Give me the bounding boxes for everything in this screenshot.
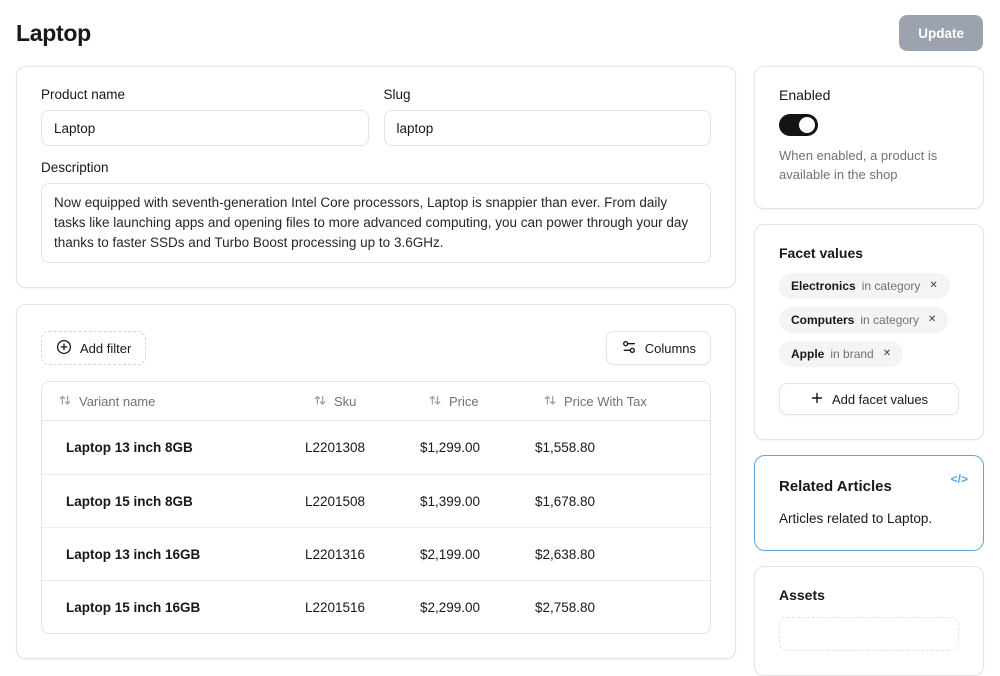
add-facet-values-label: Add facet values	[832, 392, 928, 407]
price-cell: $1,299.00	[412, 440, 527, 455]
facet-chip-qualifier: in category	[860, 313, 919, 327]
facet-chip-qualifier: in category	[862, 279, 921, 293]
variant-name-cell: Laptop 13 inch 16GB	[42, 547, 297, 562]
close-icon[interactable]: ✕	[928, 315, 936, 325]
facet-values-title: Facet values	[779, 245, 959, 261]
description-label: Description	[41, 160, 711, 175]
variants-card: Add filter Columns	[16, 304, 736, 659]
enabled-card: Enabled When enabled, a product is avail…	[754, 66, 984, 209]
price-cell: $2,199.00	[412, 547, 527, 562]
facet-chip-name: Apple	[791, 347, 824, 361]
variants-table: Variant name Sku Price Price With T	[41, 381, 711, 634]
price-with-tax-cell: $2,638.80	[527, 547, 710, 562]
plus-icon	[810, 391, 824, 408]
price-cell: $2,299.00	[412, 600, 527, 615]
columns-button[interactable]: Columns	[606, 331, 711, 365]
assets-title: Assets	[779, 587, 959, 603]
sort-icon	[428, 393, 442, 410]
header-variant-name[interactable]: Variant name	[42, 393, 297, 410]
header-label: Price	[449, 394, 479, 409]
toggle-knob	[799, 117, 815, 133]
add-filter-label: Add filter	[80, 341, 131, 356]
related-articles-body: Articles related to Laptop.	[779, 511, 959, 526]
price-with-tax-cell: $2,758.80	[527, 600, 710, 615]
sku-cell: L2201508	[297, 494, 412, 509]
product-detail-page: Laptop Update Product name Slug Descr	[0, 0, 1000, 676]
header-price-with-tax[interactable]: Price With Tax	[527, 393, 710, 410]
code-icon[interactable]: </>	[951, 472, 968, 486]
sku-cell: L2201308	[297, 440, 412, 455]
page-header: Laptop Update	[0, 0, 1000, 66]
sort-icon	[58, 393, 72, 410]
table-row[interactable]: Laptop 15 inch 16GB L2201516 $2,299.00 $…	[42, 580, 710, 633]
enabled-title: Enabled	[779, 87, 959, 103]
sku-cell: L2201316	[297, 547, 412, 562]
table-row[interactable]: Laptop 15 inch 8GB L2201508 $1,399.00 $1…	[42, 474, 710, 527]
sort-icon	[543, 393, 557, 410]
header-sku[interactable]: Sku	[297, 393, 412, 410]
circle-plus-icon	[56, 339, 72, 358]
price-with-tax-cell: $1,678.80	[527, 494, 710, 509]
name-slug-row: Product name Slug	[41, 87, 711, 146]
header-label: Sku	[334, 394, 356, 409]
facet-chip-name: Electronics	[791, 279, 856, 293]
add-filter-button[interactable]: Add filter	[41, 331, 146, 365]
sort-icon	[313, 393, 327, 410]
main-column: Product name Slug Description Now equipp…	[16, 66, 736, 659]
variant-name-cell: Laptop 15 inch 8GB	[42, 494, 297, 509]
table-header-row: Variant name Sku Price Price With T	[42, 382, 710, 421]
enabled-toggle[interactable]	[779, 114, 818, 136]
variant-name-cell: Laptop 15 inch 16GB	[42, 600, 297, 615]
main-layout: Product name Slug Description Now equipp…	[0, 66, 1000, 676]
columns-label: Columns	[645, 341, 696, 356]
description-field: Description Now equipped with seventh-ge…	[41, 160, 711, 263]
enabled-description: When enabled, a product is available in …	[779, 146, 959, 184]
product-name-field: Product name	[41, 87, 369, 146]
product-name-label: Product name	[41, 87, 369, 102]
facet-chip: Computers in category ✕	[779, 307, 948, 333]
description-input[interactable]: Now equipped with seventh-generation Int…	[41, 183, 711, 263]
related-articles-title: Related Articles	[779, 478, 959, 495]
header-label: Variant name	[79, 394, 155, 409]
close-icon[interactable]: ✕	[929, 281, 937, 291]
header-price[interactable]: Price	[412, 393, 527, 410]
column-settings-icon	[621, 339, 637, 358]
page-title: Laptop	[16, 15, 91, 51]
product-name-input[interactable]	[41, 110, 369, 146]
assets-card: Assets	[754, 566, 984, 676]
facet-values-card: Facet values Electronics in category ✕ C…	[754, 224, 984, 440]
variants-toolbar: Add filter Columns	[41, 331, 711, 365]
slug-label: Slug	[384, 87, 712, 102]
facet-chip-list: Electronics in category ✕ Computers in c…	[779, 273, 959, 367]
close-icon[interactable]: ✕	[883, 349, 891, 359]
sku-cell: L2201516	[297, 600, 412, 615]
facet-chip: Apple in brand ✕	[779, 341, 903, 367]
facet-chip-name: Computers	[791, 313, 854, 327]
add-facet-values-button[interactable]: Add facet values	[779, 383, 959, 415]
price-cell: $1,399.00	[412, 494, 527, 509]
header-label: Price With Tax	[564, 394, 647, 409]
facet-chip-qualifier: in brand	[830, 347, 873, 361]
slug-field: Slug	[384, 87, 712, 146]
asset-upload-dropzone[interactable]	[779, 617, 959, 651]
sidebar: Enabled When enabled, a product is avail…	[754, 66, 984, 676]
table-row[interactable]: Laptop 13 inch 16GB L2201316 $2,199.00 $…	[42, 527, 710, 580]
related-articles-card: </> Related Articles Articles related to…	[754, 455, 984, 551]
update-button[interactable]: Update	[899, 15, 983, 51]
facet-chip: Electronics in category ✕	[779, 273, 950, 299]
table-row[interactable]: Laptop 13 inch 8GB L2201308 $1,299.00 $1…	[42, 421, 710, 474]
slug-input[interactable]	[384, 110, 712, 146]
product-form-card: Product name Slug Description Now equipp…	[16, 66, 736, 288]
price-with-tax-cell: $1,558.80	[527, 440, 710, 455]
variant-name-cell: Laptop 13 inch 8GB	[42, 440, 297, 455]
